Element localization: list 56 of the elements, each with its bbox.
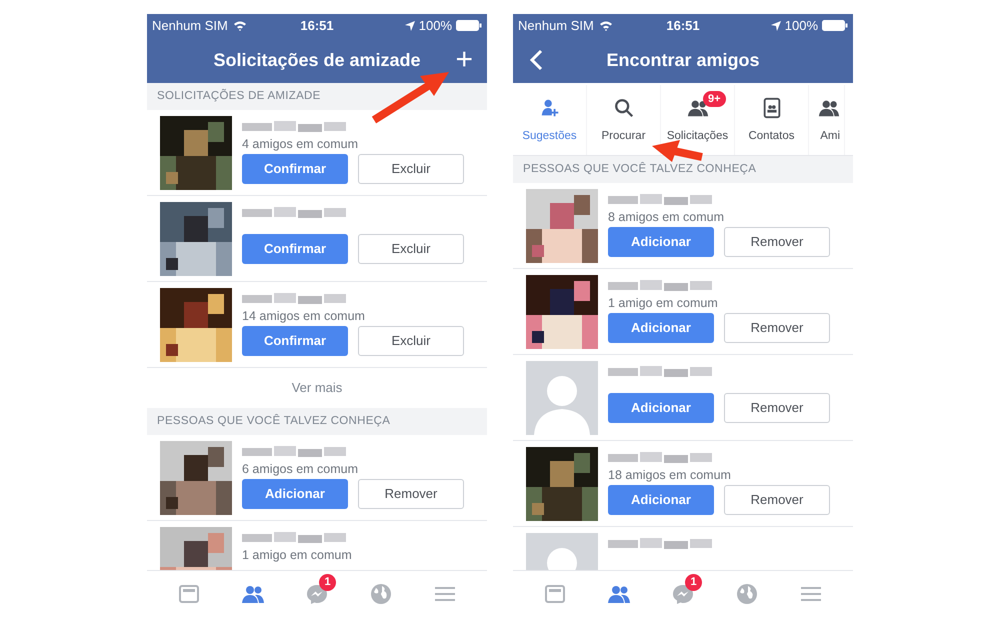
- dismiss-button[interactable]: Remover: [724, 313, 830, 343]
- see-more-link[interactable]: Ver mais: [292, 378, 342, 398]
- battery-percent: 100%: [784, 16, 818, 35]
- wifi-icon: [232, 20, 247, 31]
- battery-icon: [822, 20, 848, 31]
- notification-badge: 9+: [703, 91, 726, 107]
- section-header: PESSOAS QUE VOCÊ TALVEZ CONHEÇA: [147, 408, 487, 435]
- accept-button[interactable]: Confirmar: [242, 154, 348, 184]
- location-arrow-icon: [404, 20, 415, 30]
- dismiss-button[interactable]: Remover: [358, 479, 464, 509]
- battery-icon: [456, 20, 482, 31]
- location-arrow-icon: [770, 20, 781, 30]
- mutual-friends-text: 8 amigos em comum: [608, 209, 726, 225]
- mutual-friends-text: 1 amigo em comum: [242, 547, 352, 563]
- globe-icon: [369, 582, 393, 606]
- dismiss-button[interactable]: Remover: [724, 227, 830, 257]
- add-button[interactable]: +: [455, 45, 473, 75]
- section-header: PESSOAS QUE VOCÊ TALVEZ CONHEÇA: [513, 156, 853, 183]
- accept-button[interactable]: Adicionar: [608, 313, 714, 343]
- mutual-friends-text: 4 amigos em comum: [242, 136, 360, 152]
- accept-button[interactable]: Adicionar: [242, 479, 348, 509]
- mutual-friends-text: 6 amigos em comum: [242, 461, 360, 477]
- dismiss-button[interactable]: Remover: [724, 393, 830, 423]
- accept-button[interactable]: Confirmar: [242, 326, 348, 356]
- back-icon[interactable]: [529, 49, 543, 71]
- dismiss-button[interactable]: Remover: [724, 485, 830, 515]
- screen-title: Encontrar amigos: [606, 48, 760, 72]
- tab-bar-item[interactable]: 1: [297, 576, 337, 612]
- accept-button[interactable]: Adicionar: [608, 485, 714, 515]
- dismiss-button[interactable]: Excluir: [358, 154, 464, 184]
- carrier-text: Nenhum SIM: [152, 16, 228, 35]
- globe-icon: [735, 582, 759, 606]
- tab[interactable]: Sugestões: [513, 85, 587, 155]
- tab[interactable]: Contatos: [735, 85, 809, 155]
- screen-title: Solicitações de amizade: [213, 48, 421, 72]
- accept-button[interactable]: Adicionar: [608, 393, 714, 423]
- notification-badge: 1: [319, 574, 336, 590]
- battery-percent: 100%: [418, 16, 452, 35]
- accept-button[interactable]: Confirmar: [242, 234, 348, 264]
- clock-text: 16:51: [666, 16, 700, 35]
- search-icon: [612, 97, 634, 119]
- section-header: SOLICITAÇÕES DE AMIZADE: [147, 83, 487, 110]
- dismiss-button[interactable]: Excluir: [358, 326, 464, 356]
- accept-button[interactable]: Adicionar: [608, 227, 714, 257]
- pointer-arrow: [652, 140, 703, 162]
- dismiss-button[interactable]: Excluir: [358, 234, 464, 264]
- mutual-friends-text: 18 amigos em comum: [608, 467, 732, 483]
- notification-badge: 1: [685, 574, 702, 590]
- wifi-icon: [598, 20, 613, 31]
- clock-text: 16:51: [300, 16, 334, 35]
- mutual-friends-text: 14 amigos em comum: [242, 308, 366, 324]
- avatar-silhouette-icon: [526, 361, 598, 435]
- tab[interactable]: Ami: [809, 85, 845, 155]
- carrier-text: Nenhum SIM: [518, 16, 594, 35]
- tab-bar-item[interactable]: 1: [663, 576, 703, 612]
- mutual-friends-text: 1 amigo em comum: [608, 295, 719, 311]
